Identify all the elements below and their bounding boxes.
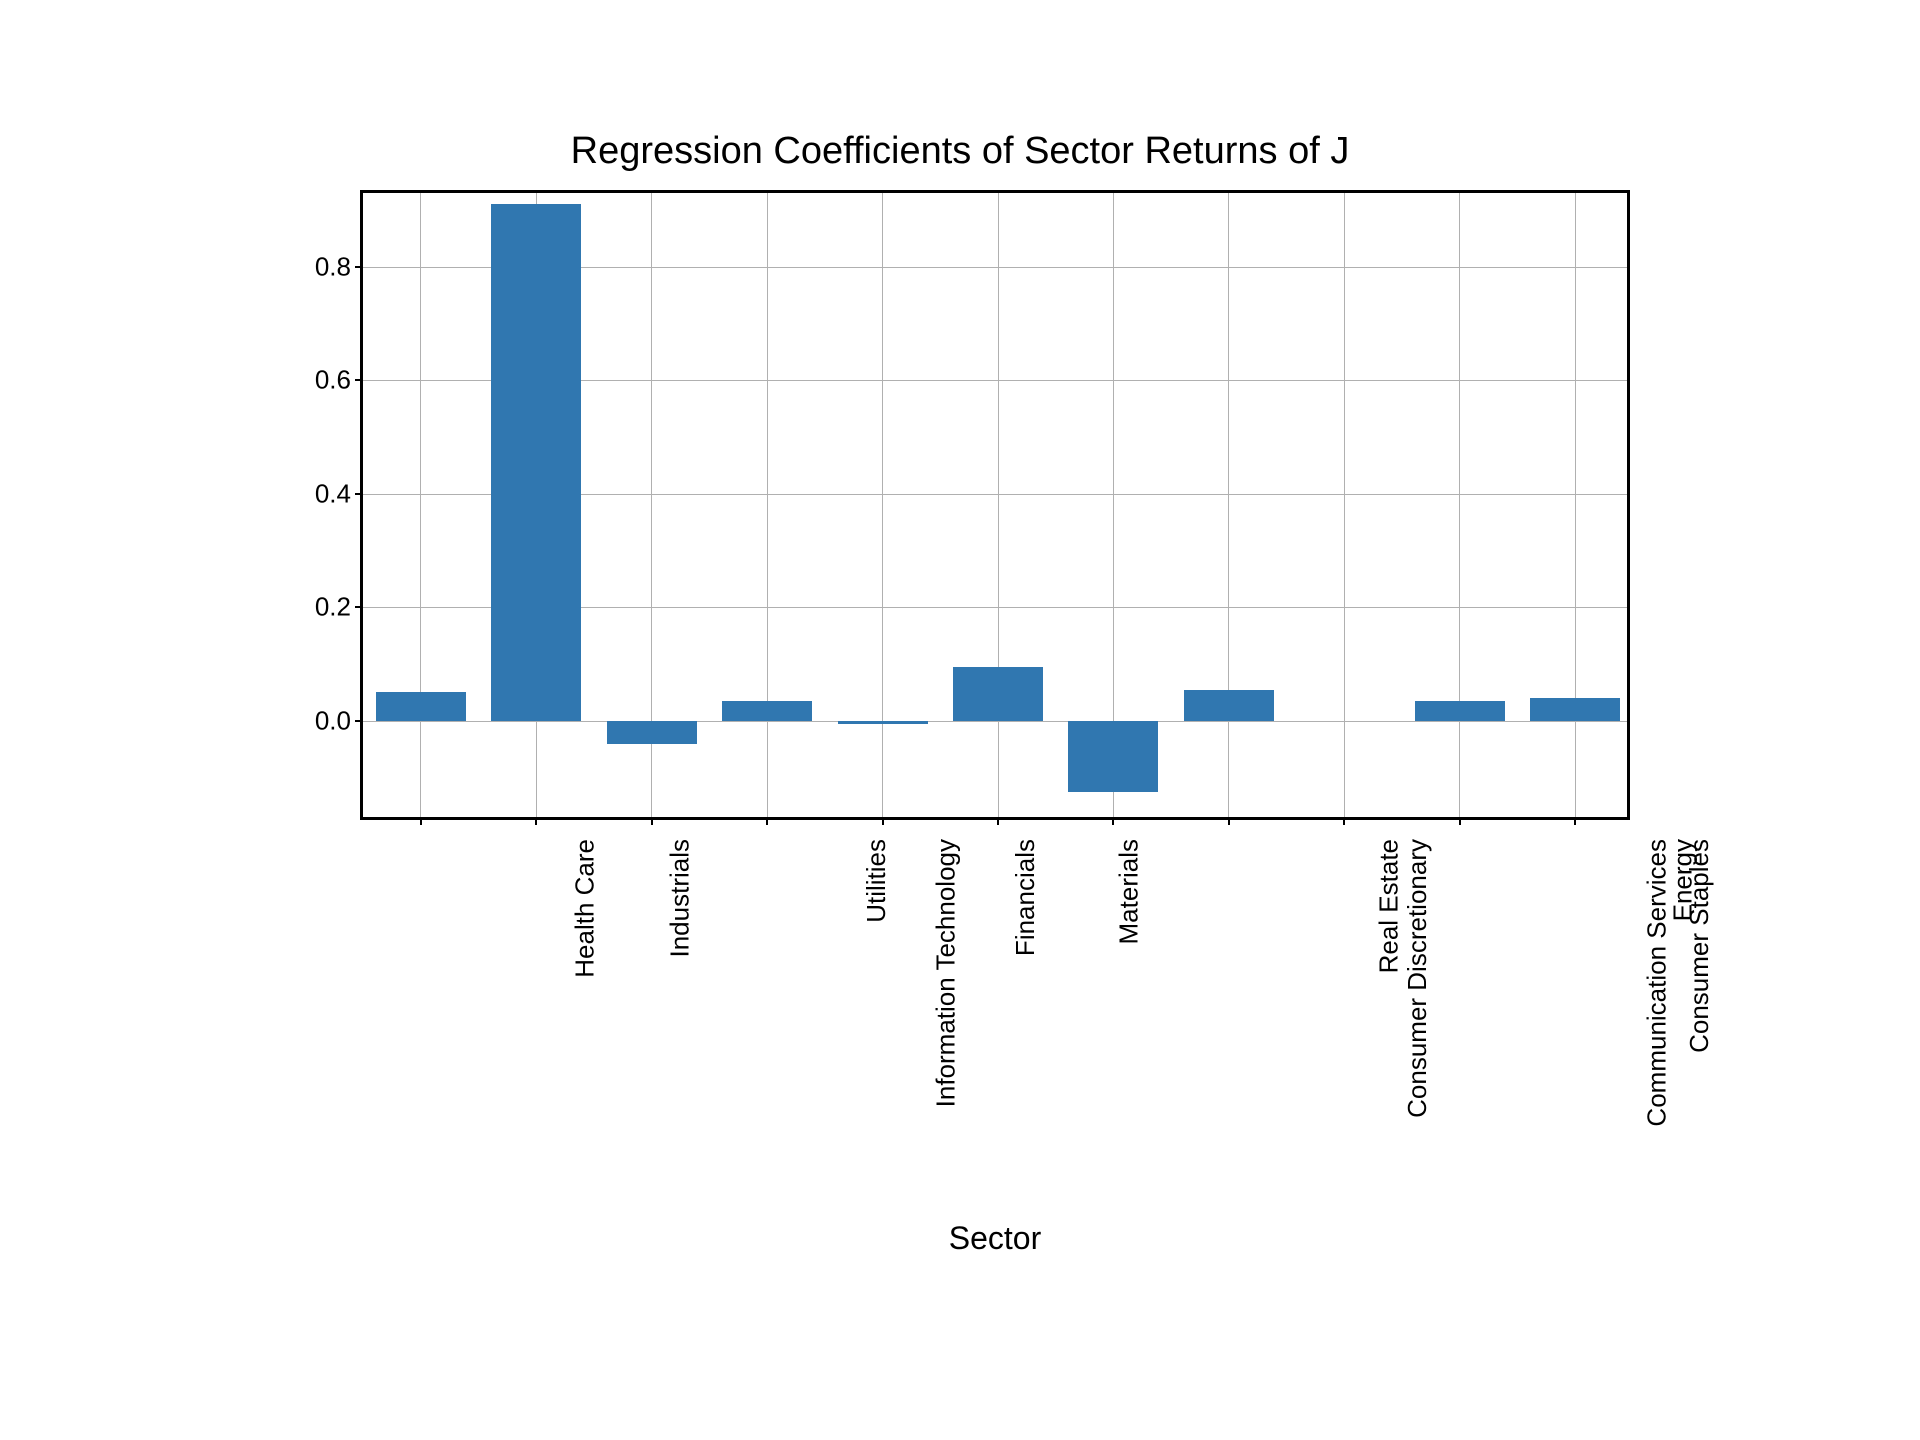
x-tick-mark (1343, 817, 1345, 825)
grid-line-vertical (1228, 193, 1229, 817)
y-tick-mark (355, 493, 363, 495)
bar (607, 721, 697, 744)
bar (953, 667, 1043, 721)
bar (1068, 721, 1158, 792)
bar (491, 204, 581, 720)
bar (722, 701, 812, 721)
y-tick-mark (355, 606, 363, 608)
chart-title: Regression Coefficients of Sector Return… (180, 130, 1740, 173)
x-tick-label: Real Estate (1373, 839, 1404, 973)
chart-container: Regression Coefficients of Sector Return… (180, 130, 1740, 1310)
bar (1415, 701, 1505, 721)
grid-line-vertical (767, 193, 768, 817)
x-tick-mark (651, 817, 653, 825)
grid-line-vertical (998, 193, 999, 817)
x-tick-label: Consumer Discretionary (1402, 839, 1433, 1118)
bar (1184, 690, 1274, 721)
x-tick-label: Industrials (665, 839, 696, 958)
x-tick-mark (882, 817, 884, 825)
bar (1530, 698, 1620, 721)
y-tick-mark (355, 266, 363, 268)
x-tick-label: Health Care (569, 839, 600, 978)
x-tick-label: Materials (1113, 839, 1144, 944)
x-tick-mark (1459, 817, 1461, 825)
y-tick-mark (355, 379, 363, 381)
x-tick-mark (420, 817, 422, 825)
y-tick-mark (355, 720, 363, 722)
grid-line-vertical (1575, 193, 1576, 817)
grid-line-vertical (1344, 193, 1345, 817)
bar (376, 692, 466, 720)
x-tick-label: Utilities (861, 839, 892, 923)
x-tick-label: Energy (1668, 839, 1699, 921)
x-axis-label: Sector (360, 1220, 1630, 1257)
x-tick-label: Financials (1010, 839, 1041, 956)
x-tick-mark (997, 817, 999, 825)
x-tick-mark (1228, 817, 1230, 825)
grid-line-vertical (1459, 193, 1460, 817)
x-tick-label: Information Technology (930, 839, 961, 1107)
grid-line-horizontal (363, 721, 1627, 722)
bar (838, 721, 928, 724)
x-tick-mark (1574, 817, 1576, 825)
x-tick-mark (535, 817, 537, 825)
x-tick-mark (1112, 817, 1114, 825)
x-tick-mark (766, 817, 768, 825)
grid-line-vertical (420, 193, 421, 817)
plot-area: Health CareIndustrialsInformation Techno… (360, 190, 1630, 820)
